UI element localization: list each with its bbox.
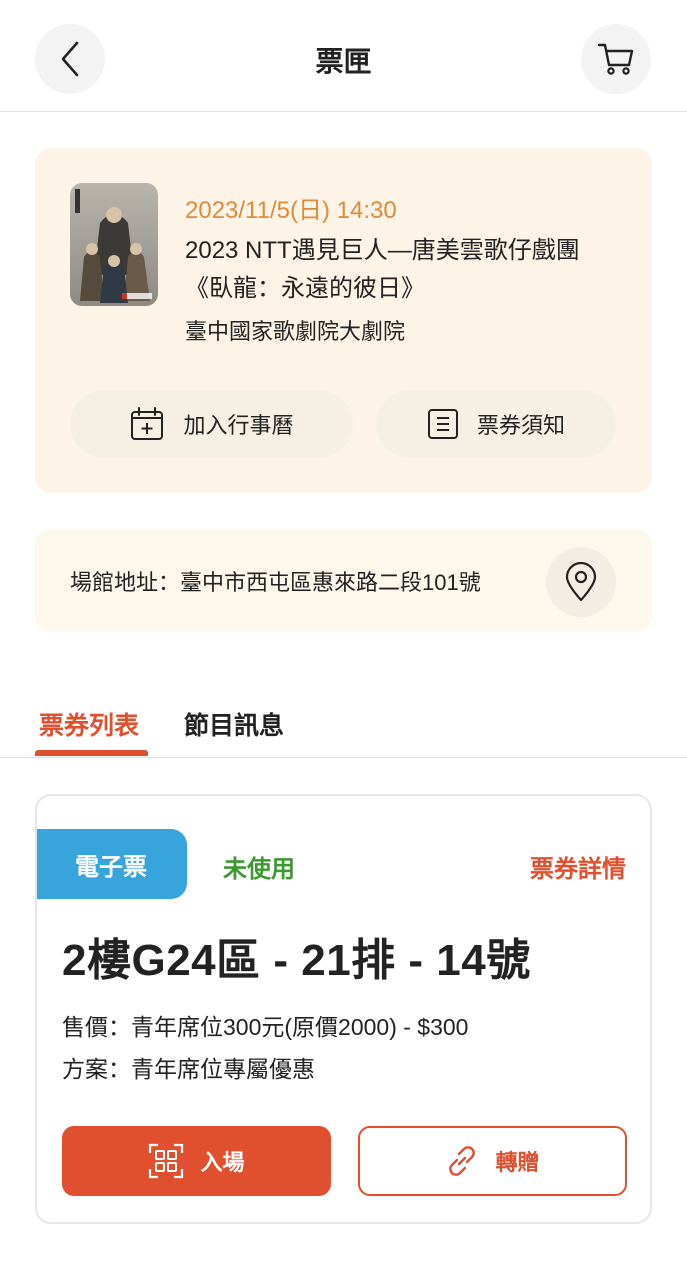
ticket-notice-button[interactable]: 票券須知: [376, 390, 616, 458]
ticket-status: 未使用: [223, 856, 295, 883]
venue-address: 場館地址：臺中市西屯區惠來路二段101號: [70, 570, 481, 595]
active-tab-indicator: [35, 750, 148, 756]
add-to-calendar-button[interactable]: 加入行事曆: [70, 390, 353, 458]
enter-venue-label: 入場: [200, 1150, 245, 1175]
document-list-icon: [427, 409, 458, 439]
event-venue: 臺中國家歌劇院大劇院: [185, 319, 406, 344]
link-icon: [449, 1146, 476, 1176]
add-to-calendar-label: 加入行事曆: [183, 413, 294, 438]
ticket-card: 電子票 未使用 票券詳情 2樓G24區 - 21排 - 14號 售價：青年席位3…: [35, 794, 652, 1224]
event-date: 2023/11/5(日) 14:30: [185, 197, 397, 224]
transfer-ticket-label: 轉贈: [495, 1150, 540, 1175]
ticket-details-link[interactable]: 票券詳情: [530, 849, 626, 884]
tab-bar: 票券列表 節目訊息: [0, 700, 687, 758]
enter-venue-button[interactable]: 入場: [62, 1126, 331, 1196]
qr-code-icon: [149, 1143, 184, 1179]
tab-ticket-list[interactable]: 票券列表: [39, 706, 139, 742]
ticket-price: 售價：青年席位300元(原價2000) - $300: [62, 1014, 469, 1040]
ticket-type-badge: 電子票: [37, 829, 187, 899]
top-bar: 票匣: [0, 0, 687, 112]
cart-button[interactable]: [581, 24, 651, 94]
venue-address-card: 場館地址：臺中市西屯區惠來路二段101號: [35, 529, 652, 632]
tab-program-info[interactable]: 節目訊息: [184, 706, 284, 742]
map-location-button[interactable]: [546, 547, 616, 617]
seat-info: 2樓G24區 - 21排 - 14號: [62, 936, 531, 985]
ticket-plan: 方案：青年席位專屬優惠: [62, 1056, 315, 1082]
event-poster-image[interactable]: [70, 183, 158, 306]
ticket-notice-label: 票券須知: [476, 413, 565, 438]
map-pin-icon: [565, 562, 597, 602]
event-title: 2023 NTT遇見巨人—唐美雲歌仔戲團《臥龍：永遠的彼日》: [185, 237, 580, 302]
transfer-ticket-button[interactable]: 轉贈: [358, 1126, 627, 1196]
event-card: 2023/11/5(日) 14:30 2023 NTT遇見巨人—唐美雲歌仔戲團《…: [35, 148, 652, 493]
calendar-add-icon: [131, 407, 164, 440]
cart-icon: [597, 43, 634, 75]
